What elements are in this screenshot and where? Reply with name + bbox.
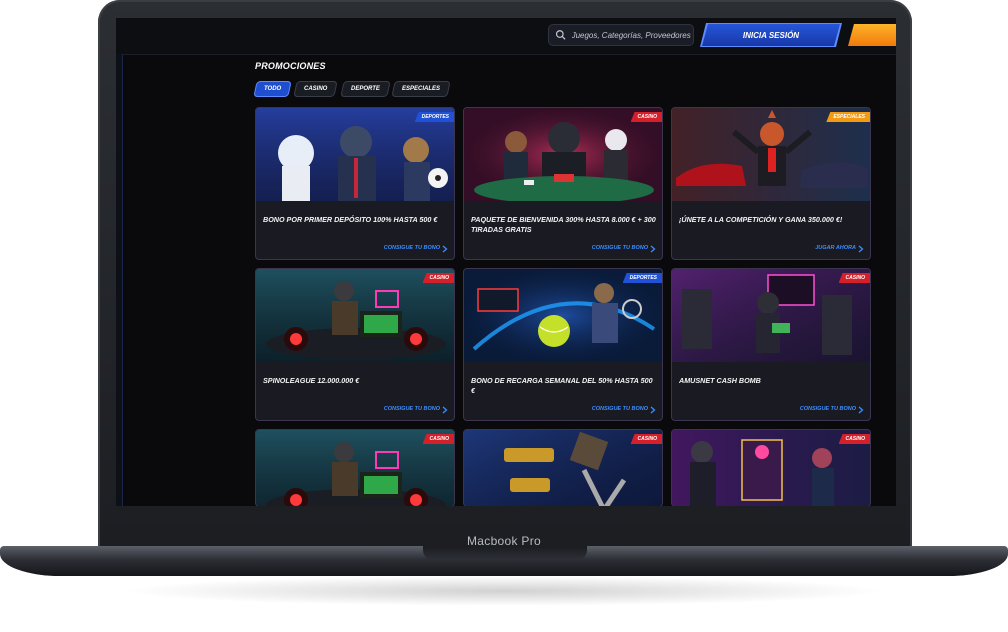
chevron-right-icon [858, 245, 864, 253]
category-badge: CASINO [422, 434, 454, 444]
category-badge: CASINO [838, 434, 870, 444]
promo-title: BONO DE RECARGA SEMANAL DEL 50% HASTA 50… [471, 376, 653, 395]
promo-card[interactable]: CASINO SPINOLEAGUE 12.000.000 € CONSIGUE T… [255, 268, 455, 421]
promo-cta-link[interactable]: CONSIGUE TU BONO [592, 245, 648, 251]
category-badge: CASINO [630, 434, 662, 444]
chevron-right-icon [442, 406, 448, 414]
sidebar [116, 54, 123, 506]
promo-card[interactable]: CASINO PAQUETE DE BIENVENIDA 300% HASTA 8… [463, 107, 663, 260]
filter-tab-label: DEPORTE [350, 86, 380, 92]
promo-card[interactable]: CASINO [255, 429, 455, 506]
promo-cta-link[interactable]: JUGAR AHORA [815, 245, 856, 251]
filter-tab-todo[interactable]: TODO [253, 81, 292, 97]
promo-title: ¡ÚNETE A LA COMPETICIÓN Y GANA 350.000 €… [679, 215, 843, 224]
page-title: PROMOCIONES [255, 61, 326, 71]
promo-cta-link[interactable]: CONSIGUE TU BONO [592, 406, 648, 412]
search-input[interactable] [569, 29, 693, 41]
promo-grid: DEPORTES BONO POR PRIMER DEPÓSITO 100% HA… [255, 107, 871, 506]
category-badge: CASINO [838, 273, 870, 283]
category-badge: DEPORTES [622, 273, 662, 283]
chevron-right-icon [442, 245, 448, 253]
promo-card[interactable]: CASINO [671, 429, 871, 506]
promo-title: SPINOLEAGUE 12.000.000 € [263, 376, 360, 385]
filter-tab-deporte[interactable]: DEPORTE [339, 81, 391, 97]
promo-card[interactable]: CASINO [463, 429, 663, 506]
device-label: Macbook Pro [467, 534, 541, 548]
laptop-shadow [120, 576, 888, 606]
filter-tab-label: CASINO [304, 86, 328, 92]
promo-card[interactable]: CASINO AMUSNET CASH BOMB CONSIGUE TU BONO [671, 268, 871, 421]
promo-title: BONO POR PRIMER DEPÓSITO 100% HASTA 500 … [263, 215, 438, 224]
category-badge: ESPECIALES [826, 112, 870, 122]
filter-tab-especiales[interactable]: ESPECIALES [391, 81, 452, 97]
promo-title: AMUSNET CASH BOMB [679, 376, 761, 385]
category-badge: CASINO [630, 112, 662, 122]
promo-card[interactable]: DEPORTES BONO POR PRIMER DEPÓSITO 100% HA… [255, 107, 455, 260]
promo-cta-link[interactable]: CONSIGUE TU BONO [384, 406, 440, 412]
chevron-right-icon [650, 245, 656, 253]
promo-cta-link[interactable]: CONSIGUE TU BONO [800, 406, 856, 412]
chevron-right-icon [650, 406, 656, 414]
filter-tab-casino[interactable]: CASINO [293, 81, 339, 97]
promo-title: PAQUETE DE BIENVENIDA 300% HASTA 8.000 €… [471, 215, 656, 234]
filter-tabs: TODO CASINO DEPORTE ESPECIALES [253, 81, 452, 97]
category-badge: CASINO [422, 273, 454, 283]
screen: INICIA SESIÓN PROMOCIONES TODO CASINO DE… [116, 18, 896, 506]
category-badge: DEPORTES [414, 112, 454, 122]
filter-tab-label: TODO [264, 86, 282, 92]
filter-tab-label: ESPECIALES [402, 86, 441, 92]
laptop-notch [423, 546, 587, 560]
search-box[interactable] [548, 24, 694, 46]
top-bar: INICIA SESIÓN [116, 18, 896, 55]
search-icon [555, 30, 566, 40]
chevron-right-icon [858, 406, 864, 414]
login-button[interactable]: INICIA SESIÓN [702, 24, 840, 46]
register-button[interactable] [848, 24, 896, 46]
promo-card[interactable]: ESPECIALES ¡ÚNETE A LA COMPETICIÓN Y GANA… [671, 107, 871, 260]
promo-cta-link[interactable]: CONSIGUE TU BONO [384, 245, 440, 251]
promo-card[interactable]: DEPORTES BONO DE RECARGA SEMANAL DEL 50% … [463, 268, 663, 421]
